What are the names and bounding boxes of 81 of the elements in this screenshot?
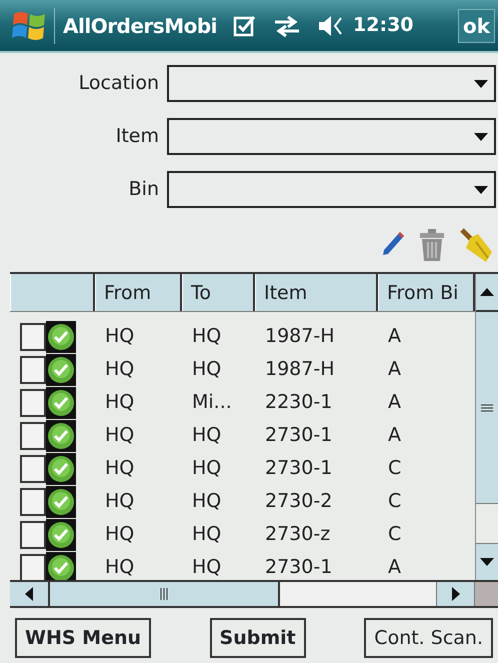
table-cell-text: HQ xyxy=(104,489,136,514)
table-cell-text: HQ xyxy=(104,357,136,382)
dropdown-field[interactable] xyxy=(167,65,496,102)
table-cell-text: 2730-1 xyxy=(264,456,334,482)
row-checkbox[interactable] xyxy=(20,520,46,548)
ok-button[interactable]: ok xyxy=(458,8,495,42)
status-check-icon xyxy=(46,452,76,484)
table-cell-text: HQ xyxy=(191,555,222,580)
table-cell-text: HQ xyxy=(191,522,222,548)
table-cell-text: HQ xyxy=(191,423,222,448)
app-title: AllOrdersMobi xyxy=(63,12,218,40)
dropdown-arrow-icon xyxy=(474,186,488,194)
connectivity-icon[interactable] xyxy=(273,14,302,38)
scroll-corner xyxy=(475,582,498,606)
row-checkbox[interactable] xyxy=(20,422,46,450)
table-cell-text: 2730-2 xyxy=(264,489,334,514)
up-arrow-icon xyxy=(480,288,494,296)
table-cell-text: HQ xyxy=(104,324,136,350)
table-cell-text: HQ xyxy=(191,357,222,382)
row-checkbox[interactable] xyxy=(20,356,46,384)
dropdown-field[interactable] xyxy=(167,171,496,208)
column-header[interactable]: To xyxy=(182,274,255,311)
table-cell-text: HQ xyxy=(104,423,136,448)
status-check-icon xyxy=(46,486,76,518)
table-cell-text: C xyxy=(387,522,402,548)
scroll-thumb[interactable] xyxy=(50,582,280,606)
table-cell-text: C xyxy=(387,489,402,514)
column-header[interactable]: Item xyxy=(255,274,378,311)
row-checkbox[interactable] xyxy=(20,388,46,416)
table-cell-text: A xyxy=(387,423,402,448)
grip-icon xyxy=(160,588,168,600)
table-cell-text: HQ xyxy=(191,489,222,514)
table-cell-text: A xyxy=(387,357,402,382)
table-cell-text: HQ xyxy=(104,456,136,482)
dropdown-arrow-icon xyxy=(474,132,488,140)
windows-logo-icon[interactable] xyxy=(12,10,46,42)
trash-icon[interactable] xyxy=(418,228,446,262)
field-label: Bin xyxy=(128,177,160,202)
row-checkbox[interactable] xyxy=(20,554,46,580)
status-check-icon xyxy=(46,320,76,352)
table-cell-text: HQ xyxy=(191,324,222,350)
grip-icon xyxy=(481,404,493,412)
table-cell-text: 2730-z xyxy=(264,522,332,548)
status-check-icon xyxy=(46,354,76,386)
table-cell-text: A xyxy=(387,390,402,416)
table-cell-text: 1987-H xyxy=(264,357,336,382)
table-cell-text: HQ xyxy=(104,522,136,548)
scroll-right-button[interactable] xyxy=(437,582,475,606)
table-cell-text: A xyxy=(387,555,402,580)
scroll-left-button[interactable] xyxy=(10,582,50,606)
table-cell-text: C xyxy=(387,456,402,482)
table-cell-text: 2730-1 xyxy=(264,555,334,580)
table-cell-text: HQ xyxy=(191,456,222,482)
field-label: Item xyxy=(114,124,160,150)
broom-icon[interactable] xyxy=(458,228,494,264)
action-button[interactable]: Cont. Scan. xyxy=(364,618,493,658)
table-cell-text: 2730-1 xyxy=(264,423,334,448)
left-arrow-icon xyxy=(25,587,33,602)
action-button[interactable]: WHS Menu xyxy=(15,618,152,658)
table-cell-text: 2230-1 xyxy=(264,390,334,416)
table-cell-text: HQ xyxy=(104,390,136,416)
checkbox-icon[interactable] xyxy=(233,14,258,38)
down-arrow-icon xyxy=(480,558,494,566)
dropdown-field[interactable] xyxy=(167,118,496,155)
table-cell-text: Mi... xyxy=(191,390,233,416)
dropdown-arrow-icon xyxy=(474,80,488,88)
status-check-icon xyxy=(46,386,76,418)
row-checkbox[interactable] xyxy=(20,322,46,350)
status-check-icon xyxy=(46,552,76,580)
table-cell-text: HQ xyxy=(104,555,136,580)
clock-time: 12:30 xyxy=(353,13,414,38)
status-check-icon xyxy=(46,518,76,550)
table-cell-text: 1987-H xyxy=(264,324,336,350)
row-checkbox[interactable] xyxy=(20,488,46,516)
row-checkbox[interactable] xyxy=(20,454,46,482)
action-button[interactable]: Submit xyxy=(210,618,306,658)
column-header[interactable]: From xyxy=(95,274,182,311)
field-label: Location xyxy=(78,71,160,96)
table-cell-text: A xyxy=(387,324,402,350)
status-check-icon xyxy=(46,420,76,452)
right-arrow-icon xyxy=(452,587,460,602)
